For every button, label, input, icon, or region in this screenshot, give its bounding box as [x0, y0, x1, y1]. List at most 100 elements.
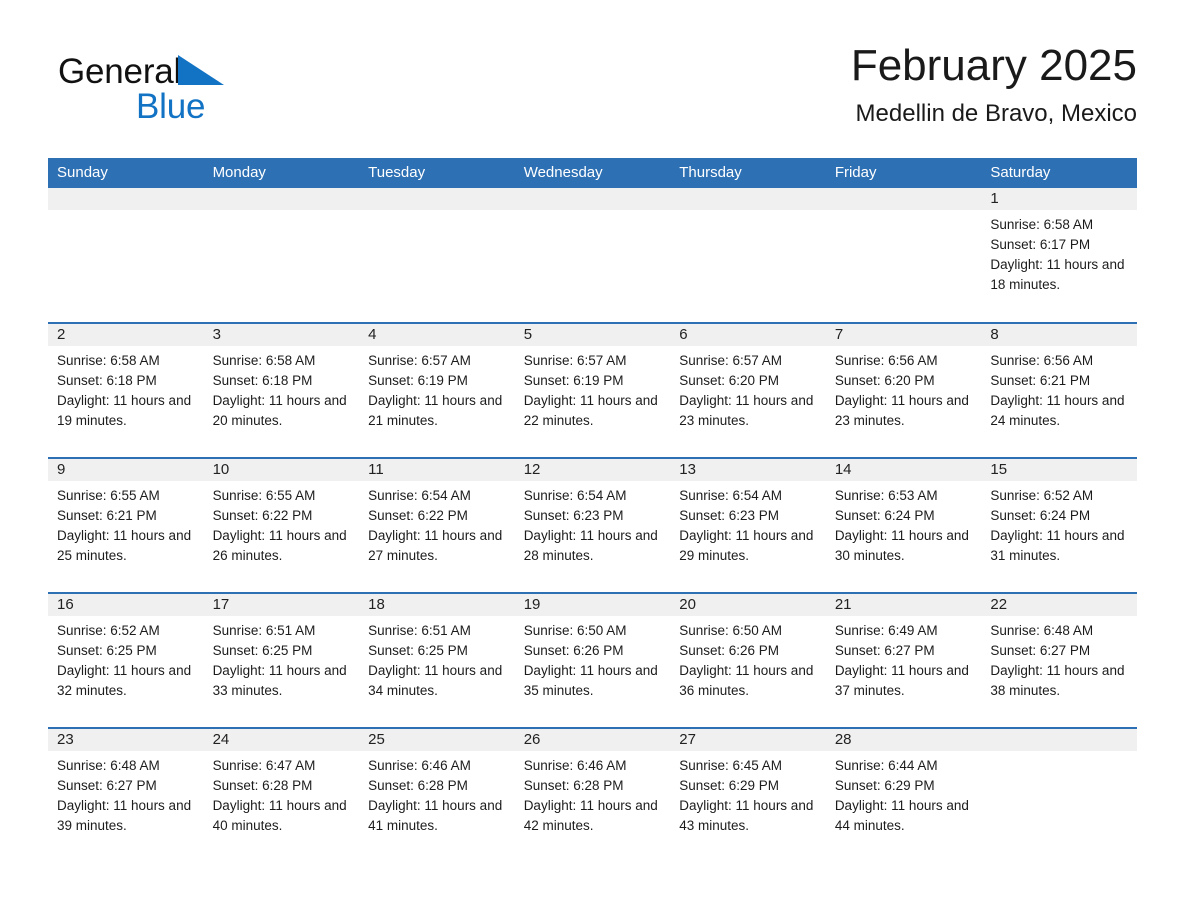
calendar-day-cell[interactable]: 1 Sunrise: 6:58 AM Sunset: 6:17 PM Daylight…	[981, 188, 1137, 323]
sunset-text: Sunset: 6:29 PM	[679, 778, 780, 793]
day-details: Sunrise: 6:51 AM Sunset: 6:25 PM Daylight:…	[204, 616, 360, 701]
daylight-text: Daylight: 11 hours and 38 minutes.	[990, 663, 1125, 698]
day-details: Sunrise: 6:58 AM Sunset: 6:18 PM Daylight:…	[48, 346, 204, 431]
calendar-day-cell[interactable]: 17 Sunrise: 6:51 AM Sunset: 6:25 PM Dayligh…	[203, 592, 360, 728]
calendar-day-cell[interactable]: 14 Sunrise: 6:53 AM Sunset: 6:24 PM Dayligh…	[825, 457, 982, 593]
calendar-day-cell[interactable]: 3 Sunrise: 6:58 AM Sunset: 6:18 PM Daylight…	[203, 322, 360, 458]
day-details: Sunrise: 6:50 AM Sunset: 6:26 PM Daylight:…	[515, 616, 671, 701]
daylight-text: Daylight: 11 hours and 34 minutes.	[368, 663, 503, 698]
calendar-day-cell[interactable]: 11 Sunrise: 6:54 AM Sunset: 6:22 PM Dayligh…	[359, 457, 515, 593]
sunrise-text: Sunrise: 6:54 AM	[679, 488, 783, 503]
calendar-day-cell[interactable]: 20 Sunrise: 6:50 AM Sunset: 6:26 PM Dayligh…	[670, 592, 826, 728]
calendar-day-cell[interactable]: 5 Sunrise: 6:57 AM Sunset: 6:19 PM Daylight…	[514, 322, 671, 458]
sunset-text: Sunset: 6:26 PM	[679, 643, 780, 658]
page-title: February 2025	[850, 41, 1137, 90]
sunset-text: Sunset: 6:23 PM	[523, 508, 624, 523]
calendar-day-cell[interactable]: 21 Sunrise: 6:49 AM Sunset: 6:27 PM Dayligh…	[825, 592, 982, 728]
daylight-text: Daylight: 11 hours and 21 minutes.	[368, 393, 503, 428]
calendar-day-cell[interactable]: 24 Sunrise: 6:47 AM Sunset: 6:28 PM Dayligh…	[203, 727, 360, 863]
sunrise-text: Sunrise: 6:48 AM	[57, 758, 160, 773]
sunrise-text: Sunrise: 6:58 AM	[212, 353, 316, 368]
calendar-day-cell[interactable]: 6 Sunrise: 6:57 AM Sunset: 6:20 PM Daylight…	[670, 322, 826, 458]
day-details: Sunrise: 6:54 AM Sunset: 6:23 PM Daylight:…	[515, 481, 671, 566]
title-block: February 2025 Medellin de Bravo, Mexico	[851, 40, 1137, 130]
day-number: 28	[825, 729, 982, 751]
calendar-day-cell[interactable]: 4 Sunrise: 6:57 AM Sunset: 6:19 PM Daylight…	[359, 322, 515, 458]
sunset-text: Sunset: 6:20 PM	[679, 373, 780, 388]
calendar-day-cell-empty	[670, 188, 826, 323]
calendar-day-cell[interactable]: 27 Sunrise: 6:45 AM Sunset: 6:29 PM Dayligh…	[670, 727, 826, 863]
day-number: 16	[48, 594, 204, 616]
calendar-day-cell[interactable]: 28 Sunrise: 6:44 AM Sunset: 6:29 PM Dayligh…	[825, 727, 982, 863]
day-number: 14	[825, 459, 982, 481]
day-number: 10	[203, 459, 360, 481]
day-number: 4	[359, 324, 515, 346]
daylight-text: Daylight: 11 hours and 18 minutes.	[990, 257, 1125, 292]
day-number: 12	[514, 459, 671, 481]
day-number	[48, 188, 204, 210]
sunrise-text: Sunrise: 6:52 AM	[990, 488, 1094, 503]
sunrise-text: Sunrise: 6:44 AM	[834, 758, 938, 773]
sunset-text: Sunset: 6:22 PM	[368, 508, 468, 523]
calendar-day-cell[interactable]: 9 Sunrise: 6:55 AM Sunset: 6:21 PM Daylight…	[48, 457, 204, 593]
daylight-text: Daylight: 11 hours and 20 minutes.	[212, 393, 347, 428]
calendar-day-cell[interactable]: 23 Sunrise: 6:48 AM Sunset: 6:27 PM Dayligh…	[48, 727, 204, 863]
day-details: Sunrise: 6:53 AM Sunset: 6:24 PM Daylight:…	[826, 481, 982, 566]
day-number: 6	[670, 324, 826, 346]
daylight-text: Daylight: 11 hours and 31 minutes.	[990, 528, 1125, 563]
calendar-day-cell[interactable]: 18 Sunrise: 6:51 AM Sunset: 6:25 PM Dayligh…	[359, 592, 515, 728]
page-subtitle: Medellin de Bravo, Mexico	[855, 100, 1137, 127]
day-details: Sunrise: 6:48 AM Sunset: 6:27 PM Daylight:…	[981, 616, 1137, 701]
day-details: Sunrise: 6:57 AM Sunset: 6:20 PM Daylight:…	[670, 346, 826, 431]
calendar-day-cell[interactable]: 2 Sunrise: 6:58 AM Sunset: 6:18 PM Daylight…	[48, 322, 204, 458]
day-number: 11	[359, 459, 515, 481]
day-number: 13	[670, 459, 826, 481]
calendar-day-cell[interactable]: 15 Sunrise: 6:52 AM Sunset: 6:24 PM Dayligh…	[981, 457, 1137, 593]
calendar-day-cell-empty	[514, 188, 671, 323]
calendar-day-cell[interactable]: 13 Sunrise: 6:54 AM Sunset: 6:23 PM Dayligh…	[670, 457, 826, 593]
daylight-text: Daylight: 11 hours and 27 minutes.	[368, 528, 503, 563]
sunrise-text: Sunrise: 6:45 AM	[679, 758, 783, 773]
calendar-day-cell[interactable]: 26 Sunrise: 6:46 AM Sunset: 6:28 PM Dayligh…	[514, 727, 671, 863]
calendar-day-cell[interactable]: 7 Sunrise: 6:56 AM Sunset: 6:20 PM Daylight…	[825, 322, 982, 458]
daylight-text: Daylight: 11 hours and 26 minutes.	[212, 528, 347, 563]
calendar-day-cell[interactable]: 10 Sunrise: 6:55 AM Sunset: 6:22 PM Dayligh…	[203, 457, 360, 593]
day-number: 20	[670, 594, 826, 616]
day-number: 9	[48, 459, 204, 481]
sunrise-text: Sunrise: 6:47 AM	[212, 758, 316, 773]
calendar-day-cell[interactable]: 22 Sunrise: 6:48 AM Sunset: 6:27 PM Dayligh…	[981, 592, 1137, 728]
sunrise-text: Sunrise: 6:48 AM	[990, 623, 1094, 638]
day-details: Sunrise: 6:51 AM Sunset: 6:25 PM Daylight:…	[359, 616, 515, 701]
day-details: Sunrise: 6:47 AM Sunset: 6:28 PM Daylight:…	[204, 751, 360, 836]
sunset-text: Sunset: 6:21 PM	[990, 373, 1091, 388]
daylight-text: Daylight: 11 hours and 33 minutes.	[212, 663, 347, 698]
weekday-header-friday: Friday	[825, 158, 982, 188]
day-number	[203, 188, 360, 210]
sunrise-text: Sunrise: 6:52 AM	[57, 623, 160, 638]
day-details: Sunrise: 6:54 AM Sunset: 6:23 PM Daylight:…	[670, 481, 826, 566]
sunset-text: Sunset: 6:28 PM	[212, 778, 313, 793]
daylight-text: Daylight: 11 hours and 35 minutes.	[523, 663, 658, 698]
calendar-day-cell[interactable]: 8 Sunrise: 6:56 AM Sunset: 6:21 PM Daylight…	[981, 322, 1137, 458]
daylight-text: Daylight: 11 hours and 36 minutes.	[679, 663, 814, 698]
calendar-day-cell[interactable]: 19 Sunrise: 6:50 AM Sunset: 6:26 PM Dayligh…	[514, 592, 671, 728]
calendar-day-cell[interactable]: 16 Sunrise: 6:52 AM Sunset: 6:25 PM Dayligh…	[48, 592, 204, 728]
sunrise-text: Sunrise: 6:50 AM	[523, 623, 627, 638]
day-number: 18	[359, 594, 515, 616]
weekday-header-tuesday: Tuesday	[359, 158, 515, 188]
calendar-day-cell[interactable]: 12 Sunrise: 6:54 AM Sunset: 6:23 PM Dayligh…	[514, 457, 671, 593]
sunset-text: Sunset: 6:28 PM	[368, 778, 468, 793]
day-number: 5	[514, 324, 671, 346]
sunrise-text: Sunrise: 6:49 AM	[834, 623, 938, 638]
day-details: Sunrise: 6:56 AM Sunset: 6:20 PM Daylight:…	[826, 346, 982, 431]
day-number	[514, 188, 671, 210]
daylight-text: Daylight: 11 hours and 39 minutes.	[57, 798, 192, 833]
sunrise-text: Sunrise: 6:51 AM	[368, 623, 471, 638]
calendar-day-cell[interactable]: 25 Sunrise: 6:46 AM Sunset: 6:28 PM Dayligh…	[359, 727, 515, 863]
daylight-text: Daylight: 11 hours and 23 minutes.	[834, 393, 969, 428]
calendar-week-row: 2 Sunrise: 6:58 AM Sunset: 6:18 PM Daylight…	[48, 322, 1137, 458]
sunset-text: Sunset: 6:22 PM	[212, 508, 313, 523]
day-number: 24	[203, 729, 360, 751]
day-details: Sunrise: 6:55 AM Sunset: 6:21 PM Daylight:…	[48, 481, 204, 566]
sunrise-text: Sunrise: 6:56 AM	[990, 353, 1094, 368]
